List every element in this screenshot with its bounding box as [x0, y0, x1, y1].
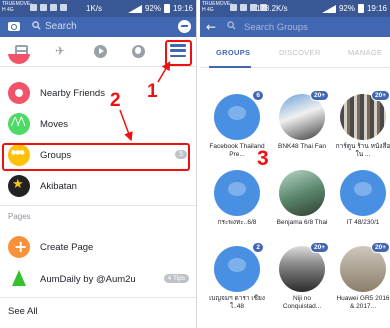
- battery-percent: 92%: [338, 4, 355, 13]
- group-notification-badge: 20+: [309, 242, 329, 253]
- group-item[interactable]: 6 Facebook Thailand Pre...: [208, 90, 270, 174]
- group-name: Niji no Conquistad...: [282, 295, 322, 310]
- group-item[interactable]: IT 48/230/1: [334, 170, 390, 250]
- carrier-label: TRUEMOVE-H 4G: [202, 1, 232, 13]
- search-groups-input[interactable]: Search Groups: [244, 22, 308, 33]
- group-item[interactable]: กระพงทะ..6/8: [208, 170, 270, 250]
- group-name: กระพงทะ..6/8: [217, 219, 257, 226]
- facebook-notification-icon: [240, 4, 247, 11]
- annotation-arrows: [119, 61, 171, 142]
- group-name: IT 48/230/1: [346, 219, 380, 226]
- group-item[interactable]: 20+ Huawei GR5 2016 & 2017...: [334, 242, 390, 326]
- tab-groups[interactable]: GROUPS: [216, 48, 250, 57]
- group-avatar[interactable]: [340, 170, 386, 216]
- group-item[interactable]: 20+ การ์ตูน ร้าน หนังสือใน ...: [334, 90, 390, 174]
- network-speed: 178.2K/s: [256, 4, 288, 13]
- signal-icon: [321, 4, 336, 13]
- arrow-to-groups: [119, 109, 133, 142]
- groups-tab-bar: GROUPS DISCOVER MANAGE: [200, 37, 390, 68]
- group-name: Benjama 6/8 Thai: [276, 219, 328, 226]
- battery-icon: [357, 4, 364, 13]
- facebook-menu-screen: TRUEMOVE-H 4G 1K/s 92% 19:16 Search ✈ Ne…: [0, 0, 197, 328]
- group-item[interactable]: 20+ Niji no Conquistad...: [273, 242, 335, 326]
- group-name: การ์ตูน ร้าน หนังสือใน ...: [335, 143, 390, 158]
- group-notification-badge: 6: [252, 90, 264, 101]
- tab-discover[interactable]: DISCOVER: [279, 48, 321, 57]
- group-avatar[interactable]: [214, 246, 260, 292]
- group-item[interactable]: 20+ BNK48 Thai Fan: [273, 90, 335, 174]
- group-item[interactable]: Benjama 6/8 Thai: [273, 170, 335, 250]
- group-notification-badge: 2: [252, 242, 264, 253]
- tab-manage[interactable]: MANAGE: [348, 48, 382, 57]
- group-name: Facebook Thailand Pre...: [209, 143, 265, 158]
- group-notification-badge: 20+: [309, 90, 329, 101]
- arrow-to-menu: [157, 61, 171, 83]
- status-right: 92% 19:16: [321, 4, 387, 13]
- group-avatar[interactable]: [214, 170, 260, 216]
- group-avatar[interactable]: [279, 170, 325, 216]
- group-avatar[interactable]: [214, 94, 260, 140]
- clock: 19:16: [366, 4, 387, 13]
- messenger-notification-icon: [230, 4, 237, 11]
- active-tab-indicator: [209, 66, 251, 68]
- groups-screen: TRUEMOVE-H 4G 178.2K/s 92% 19:16 ← Searc…: [200, 0, 390, 328]
- group-notification-badge: 20+: [370, 90, 390, 101]
- group-name: Huawei GR5 2016 & 2017...: [336, 295, 390, 310]
- status-bar: TRUEMOVE-H 4G 178.2K/s 92% 19:16: [200, 0, 390, 17]
- group-item[interactable]: 2 เบญจมฯ ดารา เชียงใ..48: [208, 242, 270, 326]
- group-name: BNK48 Thai Fan: [278, 143, 326, 150]
- group-name: เบญจมฯ ดารา เชียงใ..48: [209, 295, 265, 310]
- groups-search-bar: ← Search Groups: [200, 17, 390, 37]
- back-arrow-icon[interactable]: ←: [206, 20, 216, 34]
- group-notification-badge: 20+: [370, 242, 390, 253]
- search-icon: [227, 21, 236, 33]
